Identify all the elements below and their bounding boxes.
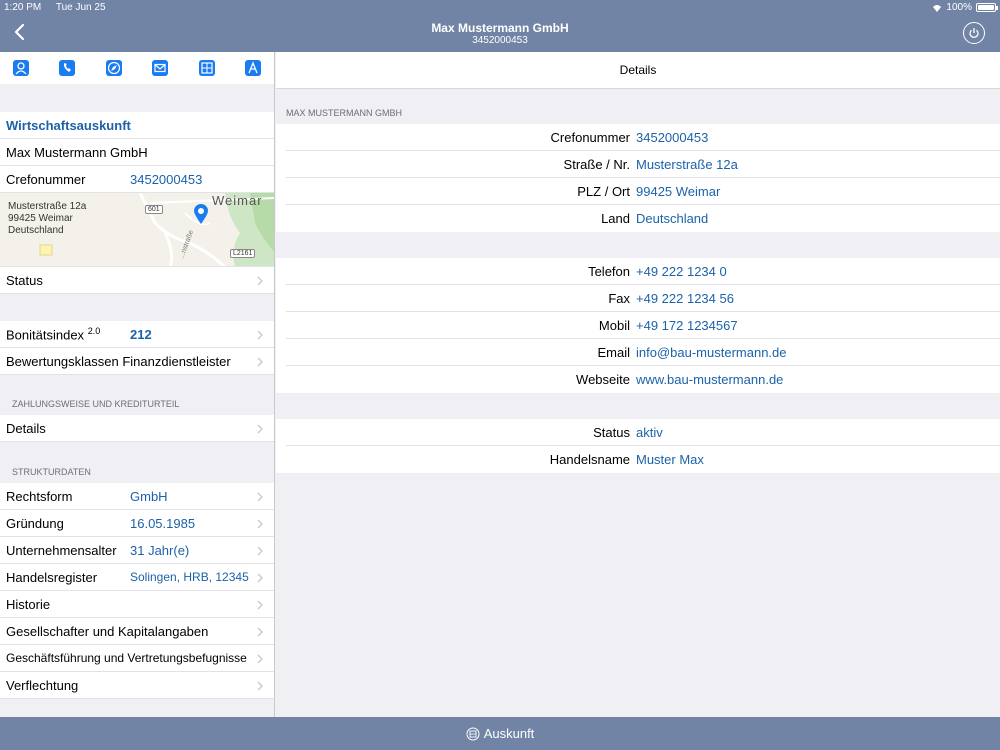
calculator-button[interactable] (198, 59, 216, 77)
section-strukturdaten: STRUKTURDATEN (12, 467, 91, 477)
detail-header: Details (276, 52, 1000, 89)
struktur-row-handelsregister[interactable]: Handelsregister Solingen, HRB, 12345 (0, 564, 274, 591)
map-pin-icon (194, 204, 208, 224)
contact-group: Telefon +49 222 1234 0 Fax +49 222 1234 … (276, 258, 1000, 393)
mail-icon (152, 60, 169, 76)
bewertungsklassen-row[interactable]: Bewertungsklassen Finanzdienstleister (0, 348, 274, 375)
chevron-right-icon (257, 573, 263, 583)
struktur-row-gesellschafter[interactable]: Gesellschafter und Kapitalangaben (0, 618, 274, 645)
logout-button[interactable] (963, 22, 985, 44)
chevron-right-icon (257, 546, 263, 556)
status-row[interactable]: Status (0, 267, 274, 294)
chevron-right-icon (257, 424, 263, 434)
bonitaet-label: Bonitätsindex 2.0 (6, 325, 101, 343)
detail-row-land: Land Deutschland (601, 211, 709, 226)
company-name-row: Max Mustermann GmbH (0, 139, 274, 166)
contact-button[interactable] (12, 59, 30, 77)
road-tag-l2161: L2161 (230, 249, 256, 258)
details-row[interactable]: Details (0, 415, 274, 442)
bewertungsklassen-label: Bewertungsklassen Finanzdienstleister (6, 353, 231, 369)
auskunft-tab[interactable]: Auskunft (466, 726, 535, 741)
bonitaet-value: 212 (130, 326, 152, 342)
map-view[interactable]: Musterstraße 12a 99425 Weimar Deutschlan… (0, 193, 274, 267)
road-tag-601: 601 (145, 205, 163, 214)
struktur-row-verflechtung[interactable]: Verflechtung (0, 672, 274, 699)
struktur-row-unternehmensalter[interactable]: Unternehmensalter 31 Jahr(e) (0, 537, 274, 564)
struktur-row-rechtsform[interactable]: Rechtsform GmbH (0, 483, 274, 510)
calculator-icon (198, 60, 215, 76)
chevron-right-icon (257, 330, 263, 340)
battery-icon (976, 3, 998, 12)
compass-icon (105, 60, 122, 76)
chevron-right-icon (257, 492, 263, 502)
phone-button[interactable] (58, 59, 76, 77)
detail-panel: Details MAX MUSTERMANN GMBH Crefonummer … (276, 52, 1000, 717)
action-toolbar (0, 52, 274, 84)
status-label: Status (6, 272, 43, 288)
detail-row-plz-ort: PLZ / Ort 99425 Weimar (286, 178, 1000, 205)
detail-row-fax: Fax +49 222 1234 56 (286, 285, 1000, 312)
crefo-label: Crefonummer (6, 171, 86, 187)
status-date: Tue Jun 25 (55, 2, 106, 13)
crefo-value: 3452000453 (130, 171, 203, 187)
detail-row-telefon: Telefon +49 222 1234 0 (286, 258, 1000, 285)
wifi-icon (933, 4, 942, 12)
status-bar-right: 100% (932, 2, 998, 13)
crefo-row: Crefonummer 3452000453 (0, 166, 274, 193)
nav-subtitle: 3452000453 (472, 35, 528, 46)
wirtschaftsauskunft-title: Wirtschaftsauskunft (0, 112, 274, 139)
detail-row-strasse: Straße / Nr. Musterstraße 12a (286, 151, 1000, 178)
chevron-right-icon (257, 627, 263, 637)
detail-row-handelsname: Handelsname Muster Max (549, 452, 704, 467)
bonitaet-row[interactable]: Bonitätsindex 2.0 212 (0, 321, 274, 348)
chevron-right-icon (257, 681, 263, 691)
navigation-bar: 1:20 PM Tue Jun 25 100% Max Mustermann G… (0, 0, 1000, 52)
status-bar-left: 1:20 PM Tue Jun 25 (4, 2, 118, 13)
address-group: Crefonummer 3452000453 Straße / Nr. Must… (276, 124, 1000, 232)
detail-row-webseite: Webseite www.bau-mustermann.de (576, 372, 784, 387)
navigate-button[interactable] (105, 59, 123, 77)
auskunft-label: Auskunft (483, 726, 535, 741)
nav-title: Max Mustermann GmbH (431, 21, 569, 35)
details-label: Details (6, 420, 46, 436)
struktur-list: Rechtsform GmbH Gründung 16.05.1985 Unte… (0, 483, 274, 699)
detail-row-email: Email info@bau-mustermann.de (286, 339, 1000, 366)
section-company: MAX MUSTERMANN GMBH (286, 108, 403, 118)
mail-button[interactable] (151, 59, 169, 77)
pdf-button[interactable] (244, 59, 262, 77)
struktur-row-gruendung[interactable]: Gründung 16.05.1985 (0, 510, 274, 537)
left-panel: Wirtschaftsauskunft Max Mustermann GmbH … (0, 52, 275, 717)
battery-percent: 100% (946, 2, 972, 13)
auskunft-icon (466, 727, 480, 740)
detail-row-mobil: Mobil +49 172 1234567 (286, 312, 1000, 339)
bottom-tab-bar: Auskunft (0, 717, 1000, 750)
detail-row-status: Status aktiv (286, 419, 1000, 446)
section-zahlungsweise: ZAHLUNGSWEISE UND KREDITURTEIL (12, 399, 180, 409)
map-city-label: Weimar (212, 193, 263, 208)
struktur-row-geschaeftsfuehrung[interactable]: Geschäftsführung und Vertretungsbefugnis… (0, 645, 274, 672)
phone-icon (59, 60, 76, 76)
status-time: 1:20 PM (4, 2, 42, 13)
detail-row-crefonummer: Crefonummer 3452000453 (286, 124, 1000, 151)
map-address: Musterstraße 12a 99425 Weimar Deutschlan… (8, 201, 87, 236)
chevron-right-icon (257, 600, 263, 610)
chevron-right-icon (257, 357, 263, 367)
contact-icon (13, 60, 29, 76)
chevron-right-icon (257, 519, 263, 529)
pdf-icon (244, 60, 261, 76)
struktur-row-historie[interactable]: Historie (0, 591, 274, 618)
extra-group: Status aktiv Handelsname Muster Max (276, 419, 1000, 473)
chevron-right-icon (257, 654, 263, 664)
power-icon (969, 28, 979, 38)
chevron-right-icon (257, 276, 263, 286)
